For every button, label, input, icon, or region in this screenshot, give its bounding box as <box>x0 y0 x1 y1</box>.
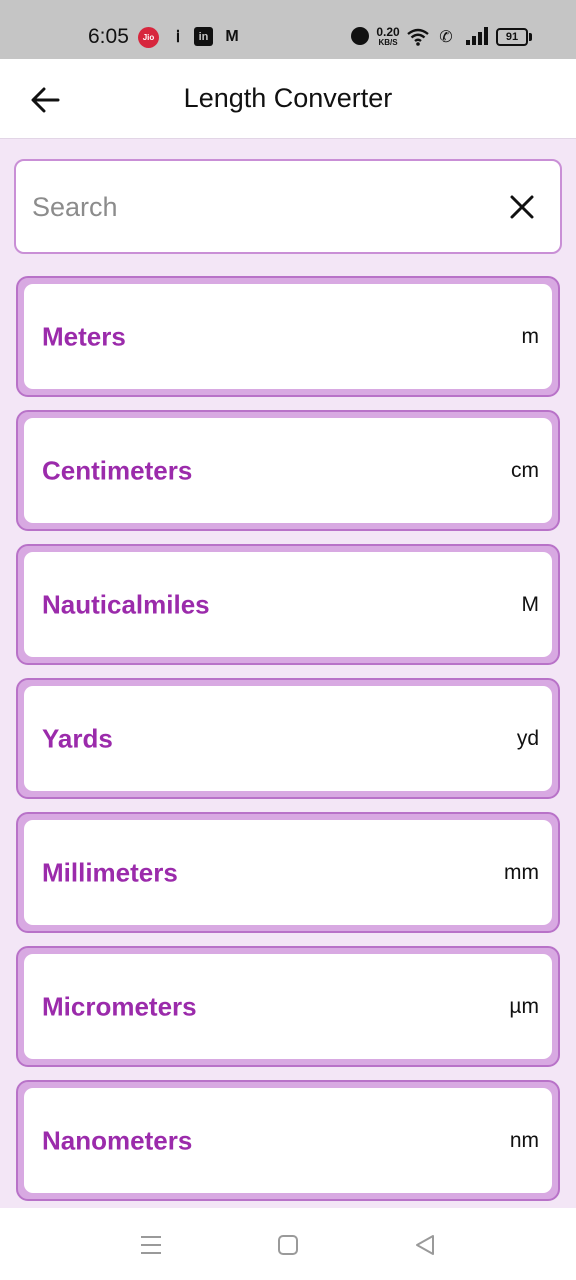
unit-name: Micrometers <box>42 991 197 1021</box>
unit-card-nanometers[interactable]: Nanometers nm <box>16 1080 560 1201</box>
unit-name: Meters <box>42 321 126 351</box>
search-input[interactable] <box>32 183 472 231</box>
unit-symbol: M <box>521 592 540 616</box>
linkedin-icon: in <box>194 27 213 46</box>
home-button[interactable] <box>273 1230 303 1260</box>
search-box <box>14 159 562 254</box>
gmail-icon: M <box>225 28 239 45</box>
battery-icon: 91 <box>496 28 532 46</box>
network-speed-value: 0.20 <box>376 25 400 39</box>
page-title: Length Converter <box>183 83 393 113</box>
unit-symbol: µm <box>509 994 539 1018</box>
status-time: 6:05 <box>88 25 129 48</box>
unit-card-yards[interactable]: Yards yd <box>16 678 560 799</box>
jio-app-icon: Jio <box>138 27 159 48</box>
unit-name: Nanometers <box>42 1125 193 1155</box>
unit-symbol: yd <box>516 726 539 750</box>
unit-card-millimeters[interactable]: Millimeters mm <box>16 812 560 933</box>
unit-name: Millimeters <box>42 857 178 887</box>
unit-list: Meters m Centimeters cm Nauticalmiles M … <box>16 276 560 1214</box>
signal-icon <box>465 27 489 45</box>
triangle-back-icon <box>416 1235 434 1255</box>
unit-card-centimeters[interactable]: Centimeters cm <box>16 410 560 531</box>
unit-symbol: nm <box>509 1128 539 1152</box>
battery-level: 91 <box>496 28 528 46</box>
unit-card-nauticalmiles[interactable]: Nauticalmiles M <box>16 544 560 665</box>
menu-icon <box>141 1236 161 1254</box>
network-speed-unit: KB/S <box>378 38 398 47</box>
square-icon <box>278 1235 298 1255</box>
notification-icon: ⅰ <box>175 29 181 46</box>
network-speed: 0.20 KB/S <box>373 26 403 47</box>
alarm-icon <box>351 27 369 45</box>
unit-name: Yards <box>42 723 113 753</box>
unit-card-micrometers[interactable]: Micrometers µm <box>16 946 560 1067</box>
system-nav-bar <box>0 1208 576 1280</box>
unit-symbol: m <box>521 324 540 348</box>
close-icon <box>510 195 534 219</box>
unit-card-meters[interactable]: Meters m <box>16 276 560 397</box>
recent-apps-button[interactable] <box>136 1230 166 1260</box>
unit-name: Nauticalmiles <box>42 589 210 619</box>
wifi-icon <box>407 27 429 47</box>
wifi-call-icon: ✆ <box>439 29 453 46</box>
unit-symbol: mm <box>504 860 539 884</box>
clear-search-button[interactable] <box>502 187 542 227</box>
unit-symbol: cm <box>511 458 539 482</box>
app-bar: Length Converter <box>0 59 576 139</box>
system-back-button[interactable] <box>410 1230 440 1260</box>
status-bar: 6:05 Jio ⅰ in M 0.20 KB/S ✆ 91 <box>0 0 576 59</box>
unit-name: Centimeters <box>42 455 193 485</box>
